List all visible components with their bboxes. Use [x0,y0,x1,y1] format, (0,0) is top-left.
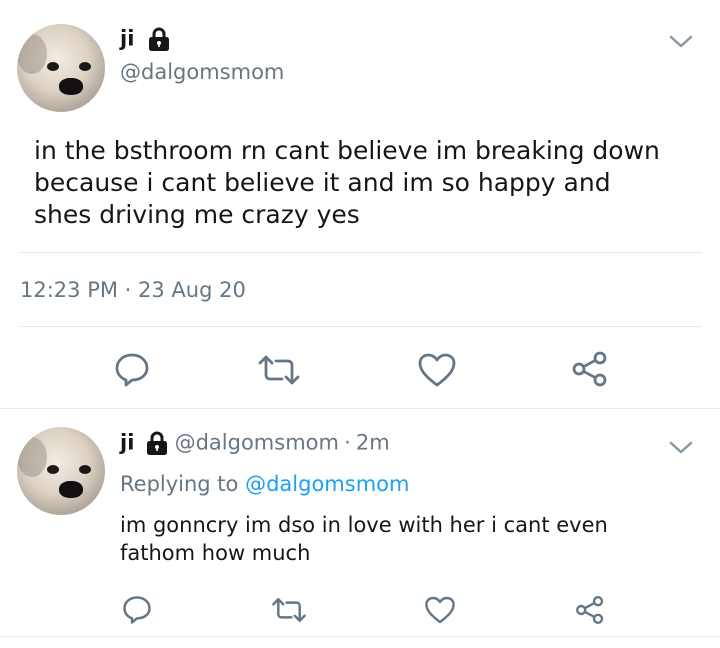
share-icon[interactable] [570,350,610,392]
lock-icon [144,430,170,460]
main-author: ji [120,26,172,58]
like-icon[interactable] [417,352,457,392]
bottom-divider [0,636,720,637]
retweet-icon[interactable] [270,596,308,628]
main-timestamp[interactable]: 12:23 PM · 23 Aug 20 [20,278,246,302]
section-divider [0,408,720,409]
reply-tweet-text: im gonncry im dso in love with her i can… [120,513,608,565]
reply-icon[interactable] [121,595,153,629]
replying-to: Replying to @dalgomsmom [120,472,409,496]
reply-time[interactable]: 2m [356,431,390,455]
like-icon[interactable] [424,595,456,629]
retweet-icon[interactable] [256,353,302,391]
main-handle[interactable]: @dalgomsmom [120,60,284,84]
reply-display-name[interactable]: ji [120,431,134,455]
time-separator: · [344,430,351,455]
chevron-down-icon[interactable] [668,34,694,54]
chevron-down-icon[interactable] [668,440,694,460]
main-tweet-text: in the bsthroom rn cant believe im break… [34,136,660,229]
reply-avatar[interactable] [17,427,105,515]
main-avatar[interactable] [17,24,105,112]
main-display-name[interactable]: ji [120,27,134,51]
reply-author: ji @dalgomsmom · 2m [120,430,390,460]
reply-icon[interactable] [113,352,151,392]
divider [20,252,702,253]
lock-icon [146,26,172,56]
reply-handle[interactable]: @dalgomsmom [175,431,339,455]
replying-to-label: Replying to [120,472,239,496]
divider [20,326,702,327]
replying-to-handle[interactable]: @dalgomsmom [245,472,409,496]
share-icon[interactable] [574,594,606,630]
